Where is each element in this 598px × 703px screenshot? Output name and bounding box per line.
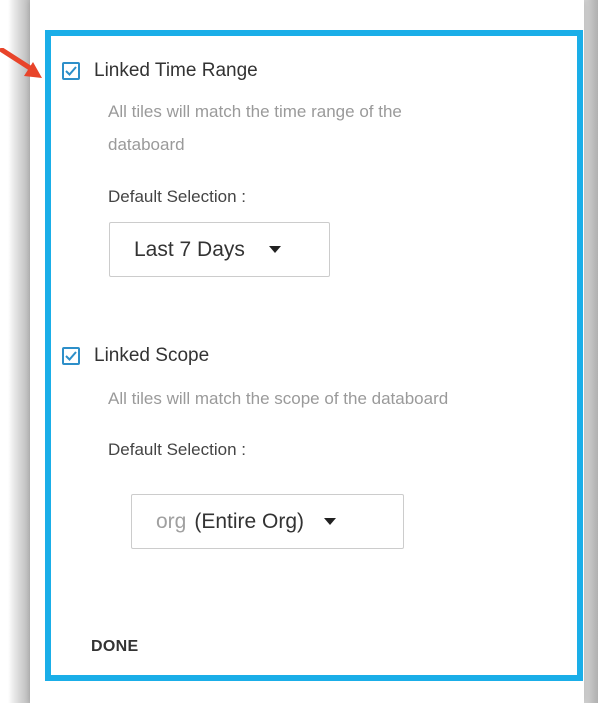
- backdrop-shadow-left: [0, 0, 30, 703]
- linked-scope-checkbox[interactable]: [62, 347, 80, 365]
- linked-time-range-checkbox[interactable]: [62, 62, 80, 80]
- backdrop-shadow-right: [584, 0, 598, 703]
- time-range-dropdown[interactable]: Last 7 Days: [109, 222, 330, 277]
- time-range-description: All tiles will match the time range of t…: [108, 95, 402, 161]
- linked-scope-row[interactable]: Linked Scope: [62, 343, 209, 369]
- linked-scope-label: Linked Scope: [94, 345, 210, 366]
- scope-dropdown-prefix: org: [156, 509, 187, 533]
- done-button[interactable]: DONE: [91, 638, 138, 656]
- linked-time-range-row[interactable]: Linked Time Range: [62, 58, 258, 84]
- caret-down-icon: [324, 518, 337, 525]
- time-range-default-label: Default Selection :: [108, 187, 246, 206]
- scope-description: All tiles will match the scope of the da…: [108, 389, 449, 408]
- scope-dropdown[interactable]: org (Entire Org): [131, 494, 404, 549]
- checkmark-icon: [65, 66, 77, 76]
- time-range-dropdown-value: Last 7 Days: [134, 237, 245, 261]
- checkmark-icon: [65, 351, 77, 361]
- scope-default-label: Default Selection :: [108, 440, 246, 459]
- caret-down-icon: [268, 246, 281, 253]
- red-arrow-icon: [0, 48, 42, 78]
- linked-time-range-label: Linked Time Range: [94, 60, 258, 81]
- scope-dropdown-value: (Entire Org): [194, 509, 305, 533]
- screenshot-stage: Linked Time Range All tiles will match t…: [0, 0, 598, 703]
- time-range-description-line2: databoard: [108, 135, 185, 154]
- time-range-description-line1: All tiles will match the time range of t…: [108, 102, 402, 121]
